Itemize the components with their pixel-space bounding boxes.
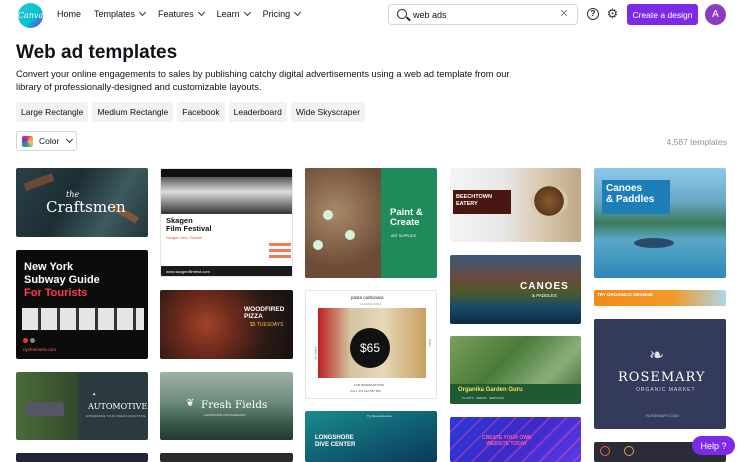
- page-description: Convert your online engagements to sales…: [16, 69, 510, 92]
- help-icon[interactable]: ?: [587, 8, 599, 20]
- template-woodfired-pizza[interactable]: WOODFIRED PIZZA $5 TUESDAYS: [160, 290, 293, 359]
- template-rosemary-sub: ORGANIC MARKET: [636, 387, 696, 393]
- template-fresh-sub: LANDSCAPE PHOTOGRAPHY: [204, 413, 247, 417]
- template-partial-col2[interactable]: [160, 453, 293, 462]
- help-button[interactable]: Help ?: [692, 436, 735, 455]
- template-organico-title: TRY ORGANICO ORANGE: [597, 292, 653, 297]
- template-rosemary-market[interactable]: ❧ ROSEMARY ORGANIC MARKET ROSEMARY.COM: [594, 319, 726, 429]
- template-automotive-title: AUTOMOTIVE: [88, 402, 148, 411]
- template-skagen-title: Skagen Film Festival: [166, 216, 212, 233]
- template-pizza-sub: $5 TUESDAYS: [250, 322, 284, 328]
- create-design-button[interactable]: Create a design: [627, 4, 698, 25]
- nav-pricing[interactable]: Pricing: [262, 8, 302, 19]
- gear-icon[interactable]: ⚙: [606, 7, 619, 20]
- search-icon: [397, 9, 407, 19]
- top-nav: Canva Home Templates Features Learn Pric…: [0, 0, 740, 30]
- search-input[interactable]: [413, 8, 553, 22]
- template-canoes-lake-title: Canoes & Paddles: [606, 183, 655, 205]
- color-filter-label: Color: [39, 136, 60, 146]
- nav-templates-label: Templates: [94, 9, 136, 19]
- template-longshore-dive[interactable]: LONGSHORE DIVE CENTER Try dive adventure: [305, 411, 437, 462]
- template-beechtown-title: BEECHTOWN EATERY: [456, 194, 492, 207]
- nav-features[interactable]: Features: [158, 8, 205, 19]
- template-paint-title: Paint & Create: [390, 207, 423, 228]
- template-nyc-line2: Subway Guide: [24, 274, 100, 286]
- template-beechtown-eatery[interactable]: BEECHTOWN EATERY: [450, 168, 581, 242]
- template-fresh-fields[interactable]: ❦ Fresh Fields LANDSCAPE PHOTOGRAPHY: [160, 372, 293, 440]
- template-automotive-icon: ✦: [92, 392, 97, 398]
- template-pasta-side1: Mr. Italian: [313, 346, 318, 360]
- template-pizza-title: WOODFIRED PIZZA: [244, 306, 285, 320]
- template-automotive[interactable]: ✦ AUTOMOTIVE EXPERIENCE YOUR DREAM ADVEN…: [16, 372, 148, 440]
- nav-links: Home Templates Features Learn Pricing: [57, 8, 313, 19]
- chip-leaderboard[interactable]: Leaderboard: [228, 102, 287, 122]
- template-paint-sub: ART SUPPLIES: [391, 234, 416, 238]
- template-garden-title: Organika Garden Guru: [458, 387, 523, 393]
- nav-learn-label: Learn: [216, 9, 240, 19]
- template-skagen-film[interactable]: Skagen Film Festival Skagen Arts Theatre…: [160, 168, 293, 277]
- page-title: Web ad templates: [16, 42, 178, 63]
- template-website-title: CREATE YOUR OWN WEBSITE TODAY: [482, 435, 532, 447]
- chevron-down-icon: [243, 8, 251, 17]
- canva-logo[interactable]: Canva: [18, 3, 43, 28]
- chip-wide-skyscraper[interactable]: Wide Skyscraper: [290, 102, 366, 122]
- chevron-down-icon: [139, 8, 147, 17]
- template-pasta-sub: CLASSIC DISH: [360, 302, 381, 306]
- template-organico-orange[interactable]: TRY ORGANICO ORANGE: [594, 290, 726, 306]
- template-garden-sub: PLANTS · SEEDS · SERVICES: [462, 396, 505, 400]
- template-nyc-subway[interactable]: New York Subway Guide For Tourists nycfo…: [16, 250, 148, 359]
- template-skagen-sub: Skagen Arts Theatre: [166, 235, 203, 240]
- template-pasta-foot2: CALL 173 212 567 890: [350, 389, 381, 393]
- template-rosemary-url: ROSEMARY.COM: [646, 413, 679, 418]
- template-rosemary-title: ROSEMARY: [618, 370, 706, 385]
- template-nyc-line3: For Tourists: [24, 287, 88, 299]
- template-pasta-price: $65: [350, 328, 390, 368]
- template-organika-garden[interactable]: Organika Garden Guru PLANTS · SEEDS · SE…: [450, 336, 581, 404]
- nav-pricing-label: Pricing: [262, 9, 291, 19]
- template-craftsmen-line2: Craftsmen: [46, 198, 126, 216]
- template-pasta-foot1: FOR RESERVATIONS: [354, 383, 385, 387]
- search-box: ✕: [388, 4, 578, 25]
- template-longshore-sub: Try dive adventure: [367, 414, 392, 418]
- template-pasta-title: pasta carbonara: [351, 295, 384, 300]
- leaf-icon: ❦: [186, 398, 195, 409]
- template-craftsmen[interactable]: the Craftsmen: [16, 168, 148, 237]
- nav-home-label: Home: [57, 9, 82, 19]
- size-filter-chips: Large Rectangle Medium Rectangle Faceboo…: [16, 102, 366, 122]
- chevron-down-icon: [66, 135, 74, 144]
- template-paint-create[interactable]: Paint & Create ART SUPPLIES: [305, 168, 437, 278]
- chip-facebook[interactable]: Facebook: [177, 102, 225, 122]
- chip-medium-rectangle[interactable]: Medium Rectangle: [92, 102, 174, 122]
- nav-home[interactable]: Home: [57, 9, 81, 19]
- template-automotive-sub: EXPERIENCE YOUR DREAM ADVENTURE: [86, 414, 146, 418]
- template-skagen-url: www.skagenfilmfest.com: [166, 269, 210, 274]
- template-fresh-title: Fresh Fields: [201, 399, 268, 411]
- sprig-icon: ❧: [649, 345, 665, 365]
- color-wheel-icon: [22, 135, 33, 147]
- template-canoes-sub: & PADDLES: [532, 293, 557, 298]
- template-canoes-paddles-lake[interactable]: Canoes & Paddles: [594, 168, 726, 278]
- template-pasta-carbonara[interactable]: pasta carbonara CLASSIC DISH $65 Mr. Ita…: [305, 290, 437, 399]
- chevron-down-icon: [294, 8, 302, 17]
- template-longshore-title: LONGSHORE DIVE CENTER: [315, 435, 356, 448]
- color-filter-dropdown[interactable]: Color: [16, 131, 77, 151]
- template-nyc-line1: New York: [24, 261, 74, 273]
- chip-large-rectangle[interactable]: Large Rectangle: [16, 102, 89, 122]
- template-canoes-paddles-dark[interactable]: CANOES & PADDLES: [450, 255, 581, 324]
- avatar[interactable]: A: [705, 4, 726, 25]
- template-count: 4,587 templates: [666, 137, 727, 147]
- template-nyc-url: nycforevers.com: [23, 347, 57, 352]
- template-pasta-side2: Dolce: [427, 339, 432, 347]
- close-icon[interactable]: ✕: [559, 9, 569, 20]
- chevron-down-icon: [197, 8, 205, 17]
- template-partial-col1[interactable]: [16, 453, 148, 462]
- template-canoes-title: CANOES: [520, 281, 569, 292]
- nav-features-label: Features: [158, 9, 194, 19]
- nav-templates[interactable]: Templates: [94, 8, 147, 19]
- template-create-website[interactable]: CREATE YOUR OWN WEBSITE TODAY: [450, 417, 581, 462]
- nav-learn[interactable]: Learn: [216, 8, 251, 19]
